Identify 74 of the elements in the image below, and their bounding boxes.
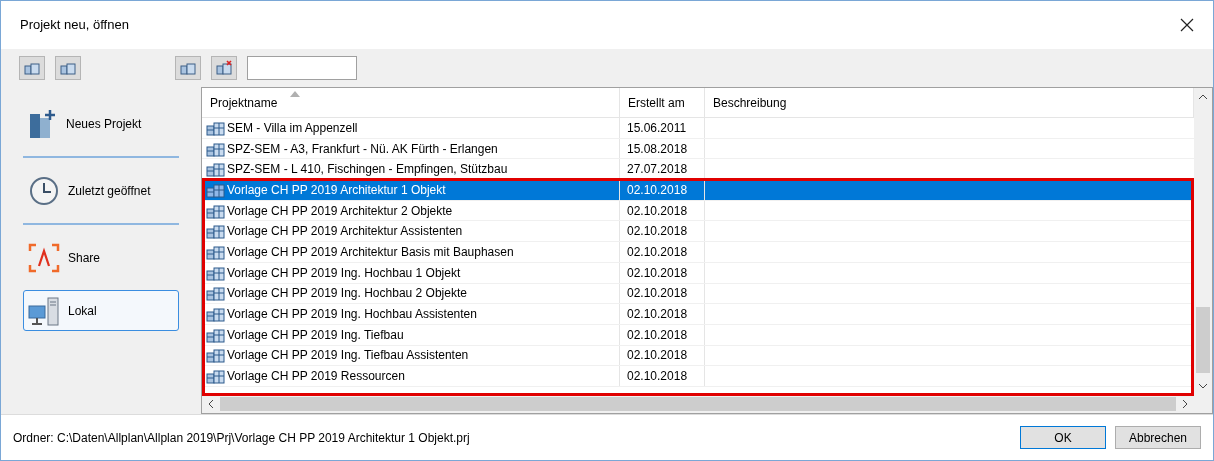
- sort-arrow-icon: [290, 91, 300, 97]
- table-cell-text: 02.10.2018: [627, 243, 688, 261]
- table-cell-text: 15.08.2018: [627, 140, 688, 158]
- table-row[interactable]: Vorlage CH PP 2019 Architektur Basis mit Bauphasen 02.10.2018: [202, 242, 1194, 263]
- project-icon: [206, 202, 226, 219]
- project-icon: [206, 368, 226, 385]
- table-cell-text: 02.10.2018: [627, 326, 688, 344]
- filter-clear-icon[interactable]: [211, 56, 237, 80]
- ok-button[interactable]: OK: [1020, 426, 1106, 449]
- table-cell-text: 02.10.2018: [627, 264, 688, 282]
- sidebar-item[interactable]: Neues Projekt: [23, 103, 179, 144]
- sidebar-item[interactable]: Lokal: [23, 290, 179, 331]
- table-cell-text: SPZ-SEM - A3, Frankfurt - Nü. AK Fürth - Erlangen: [227, 140, 498, 158]
- table-cell-text: Vorlage CH PP 2019 Ing. Hochbau 2 Objekte: [227, 285, 467, 303]
- scroll-thumb[interactable]: [1196, 307, 1210, 373]
- table-row[interactable]: Vorlage CH PP 2019 Ing. Tiefbau 02.10.2018: [202, 324, 1194, 346]
- window-title: Projekt neu, öffnen: [20, 16, 129, 35]
- project-icon: [206, 223, 226, 240]
- table-cell-text: Vorlage CH PP 2019 Ing. Tiefbau Assistenten: [227, 347, 469, 365]
- table-row[interactable]: Vorlage CH PP 2019 Ing. Hochbau 2 Objekte 02.10.2018: [202, 283, 1194, 305]
- table-cell-text: 02.10.2018: [627, 181, 688, 199]
- table-cell-text: 02.10.2018: [627, 285, 688, 303]
- table-cell-text: 02.10.2018: [627, 347, 688, 365]
- table-cell-text: 02.10.2018: [627, 202, 688, 220]
- table-cell-text: SPZ-SEM - L 410, Fischingen - Empfingen, Stützbau: [227, 161, 508, 179]
- column-header[interactable]: Erstellt am: [620, 88, 705, 117]
- project-icon: [206, 347, 226, 364]
- table-cell-text: Vorlage CH PP 2019 Architektur Basis mit Bauphasen: [227, 243, 514, 261]
- table-cell-text: Vorlage CH PP 2019 Ressourcen: [227, 368, 405, 386]
- project-icon: [206, 326, 226, 343]
- table-row[interactable]: Vorlage CH PP 2019 Architektur Assistenten 02.10.2018: [202, 221, 1194, 243]
- project-icon: [206, 264, 226, 281]
- cancel-button[interactable]: Abbrechen: [1115, 426, 1201, 449]
- table-cell-text: Vorlage CH PP 2019 Ing. Tiefbau: [227, 326, 404, 344]
- project-icon: [206, 161, 226, 178]
- table-cell-text: 02.10.2018: [627, 306, 688, 324]
- table-cell-text: 02.10.2018: [627, 368, 688, 386]
- share-icon: [28, 242, 60, 273]
- computer-icon: [28, 295, 60, 326]
- project-icon: [206, 140, 226, 157]
- project-icon: [206, 119, 226, 136]
- clock-icon: [28, 174, 60, 207]
- table-cell-text: Vorlage CH PP 2019 Architektur Assistenten: [227, 223, 463, 241]
- folder-path: Ordner: C:\Daten\Allplan\Allplan 2019\Prj\Vorlage CH PP 2019 Architektur 1 Objekt.prj: [13, 429, 470, 447]
- project-icon: [206, 243, 226, 260]
- table-row[interactable]: Vorlage CH PP 2019 Ing. Hochbau Assistenten 02.10.2018: [202, 304, 1194, 325]
- sidebar-item[interactable]: Share: [23, 237, 179, 278]
- open-project-icon[interactable]: [19, 56, 45, 80]
- table-cell-text: Vorlage CH PP 2019 Architektur 2 Objekte: [227, 202, 453, 220]
- table-row[interactable]: Vorlage CH PP 2019 Ing. Hochbau 1 Objekt 02.10.2018: [202, 262, 1194, 284]
- table-row[interactable]: SPZ-SEM - A3, Frankfurt - Nü. AK Fürth - Erlangen 15.08.2018: [202, 138, 1194, 160]
- filter-field[interactable]: [247, 56, 357, 80]
- vertical-scrollbar[interactable]: [1194, 88, 1212, 395]
- table-row[interactable]: Vorlage CH PP 2019 Ing. Tiefbau Assistenten 02.10.2018: [202, 345, 1194, 367]
- table-row[interactable]: SEM - Villa im Appenzell 15.06.2011: [202, 118, 1194, 139]
- column-header[interactable]: Projektname: [202, 88, 620, 117]
- building-plus-icon: [28, 107, 58, 140]
- table-cell-text: 15.06.2011: [627, 119, 687, 137]
- sidebar-item[interactable]: Zuletzt geöffnet: [23, 170, 179, 211]
- table-cell-text: 27.07.2018: [627, 161, 688, 179]
- table-row[interactable]: Vorlage CH PP 2019 Ressourcen 02.10.2018: [202, 366, 1194, 387]
- close-icon[interactable]: [1180, 18, 1194, 32]
- project-icon: [206, 285, 226, 302]
- table-cell-text: 02.10.2018: [627, 223, 688, 241]
- table-row[interactable]: Vorlage CH PP 2019 Architektur 1 Objekt 02.10.2018: [202, 180, 1194, 201]
- table-row[interactable]: SPZ-SEM - L 410, Fischingen - Empfingen, Stützbau 27.07.2018: [202, 159, 1194, 181]
- table-row[interactable]: Vorlage CH PP 2019 Architektur 2 Objekte 02.10.2018: [202, 200, 1194, 222]
- scroll-thumb[interactable]: [220, 397, 1176, 411]
- project-icon: [206, 181, 226, 198]
- table-cell-text: Vorlage CH PP 2019 Ing. Hochbau 1 Objekt: [227, 264, 461, 282]
- table-cell-text: SEM - Villa im Appenzell: [227, 119, 358, 137]
- table-cell-text: Vorlage CH PP 2019 Ing. Hochbau Assistenten: [227, 306, 477, 324]
- project-icon: [206, 306, 226, 323]
- table-cell-text: Vorlage CH PP 2019 Architektur 1 Objekt: [227, 181, 446, 199]
